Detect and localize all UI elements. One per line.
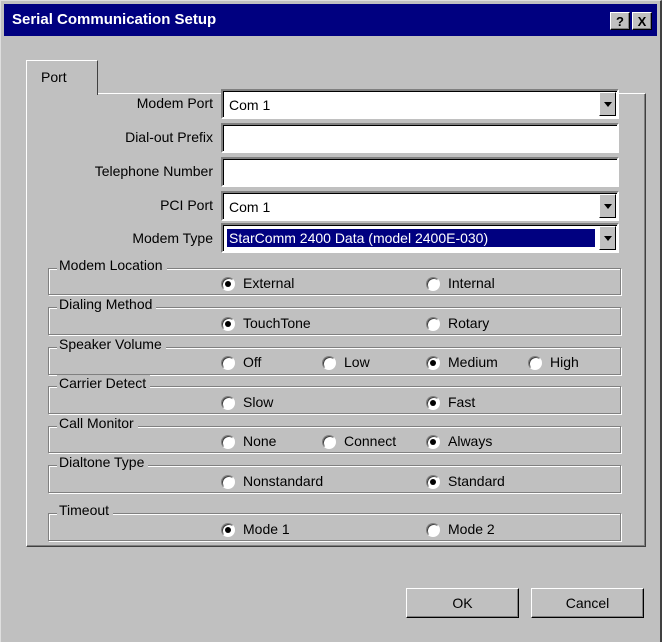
modem-type-value: StarComm 2400 Data (model 2400E-030)	[227, 229, 595, 247]
carrier-detect-label: Carrier Detect	[57, 375, 151, 391]
radio-dot	[221, 356, 235, 370]
dialing-method-group: Dialing Method	[48, 296, 621, 335]
radio-dot	[528, 356, 542, 370]
ok-button[interactable]: OK	[406, 588, 519, 618]
radio-dot	[322, 435, 336, 449]
radio-label: Nonstandard	[243, 473, 324, 489]
modem-type-label: Modem Type	[132, 230, 213, 246]
dialing-method-label: Dialing Method	[57, 296, 157, 312]
radio-dot	[221, 277, 235, 291]
telephone-number-field[interactable]	[221, 157, 619, 187]
chevron-down-icon[interactable]	[599, 226, 616, 250]
radio-dot	[221, 523, 235, 537]
chevron-down-icon[interactable]	[599, 194, 616, 218]
carrier-detect-group: Carrier Detect	[48, 375, 621, 414]
modem-location-group: Modem Location	[48, 257, 621, 295]
radio-dot	[426, 523, 440, 537]
modem-port-label: Modem Port	[136, 95, 213, 111]
radio-label: Standard	[448, 473, 505, 489]
radio-label: Always	[448, 433, 493, 449]
radio-dot	[221, 396, 235, 410]
radio-dot	[221, 317, 235, 331]
dialtone-type-group: Dialtone Type	[48, 454, 621, 493]
radio-dot	[426, 475, 440, 489]
radio-label: Slow	[243, 394, 274, 410]
pci-port-value: Com 1	[229, 199, 271, 215]
dialtone-type-label: Dialtone Type	[57, 454, 149, 470]
radio-dot	[221, 435, 235, 449]
radio-dot	[426, 317, 440, 331]
dial-out-prefix-label: Dial-out Prefix	[125, 129, 213, 145]
radio-dot	[426, 356, 440, 370]
radio-dot	[426, 396, 440, 410]
radio-label: TouchTone	[243, 315, 311, 331]
radio-label: Connect	[344, 433, 397, 449]
pci-port-select[interactable]: Com 1	[221, 191, 619, 221]
pci-port-label: PCI Port	[160, 197, 213, 213]
radio-dot	[426, 435, 440, 449]
radio-label: None	[243, 433, 277, 449]
radio-label: Fast	[448, 394, 476, 410]
call-monitor-label: Call Monitor	[57, 415, 138, 431]
telephone-number-label: Telephone Number	[94, 163, 213, 179]
radio-label: Rotary	[448, 315, 490, 331]
radio-label: High	[550, 354, 579, 370]
cancel-button[interactable]: Cancel	[531, 588, 644, 618]
help-button[interactable]: ?	[610, 12, 630, 30]
close-button[interactable]: X	[632, 12, 652, 30]
radio-dot	[221, 475, 235, 489]
radio-label: Mode 2	[448, 521, 495, 537]
dial-out-prefix-field[interactable]	[221, 123, 619, 153]
chevron-down-icon[interactable]	[599, 92, 616, 116]
dialog-window: Serial Communication Setup ? X Port Mode…	[0, 0, 662, 642]
timeout-label: Timeout	[57, 502, 114, 518]
modem-location-label: Modem Location	[57, 257, 167, 273]
modem-port-select[interactable]: Com 1	[221, 89, 619, 119]
modem-type-select[interactable]: StarComm 2400 Data (model 2400E-030)	[221, 223, 619, 253]
modem-port-value: Com 1	[229, 97, 271, 113]
window-title: Serial Communication Setup	[12, 11, 217, 28]
title-bar: Serial Communication Setup ? X	[4, 4, 657, 36]
radio-label: Medium	[448, 354, 498, 370]
tab-port[interactable]: Port	[26, 60, 98, 95]
radio-dot	[322, 356, 336, 370]
radio-label: Internal	[448, 275, 495, 291]
radio-dot	[426, 277, 440, 291]
radio-label: Off	[243, 354, 262, 370]
speaker-volume-label: Speaker Volume	[57, 336, 166, 352]
tab-port-label: Port	[41, 69, 67, 85]
radio-label: Low	[344, 354, 370, 370]
timeout-group: Timeout	[48, 502, 621, 541]
radio-label: Mode 1	[243, 521, 290, 537]
radio-label: External	[243, 275, 295, 291]
